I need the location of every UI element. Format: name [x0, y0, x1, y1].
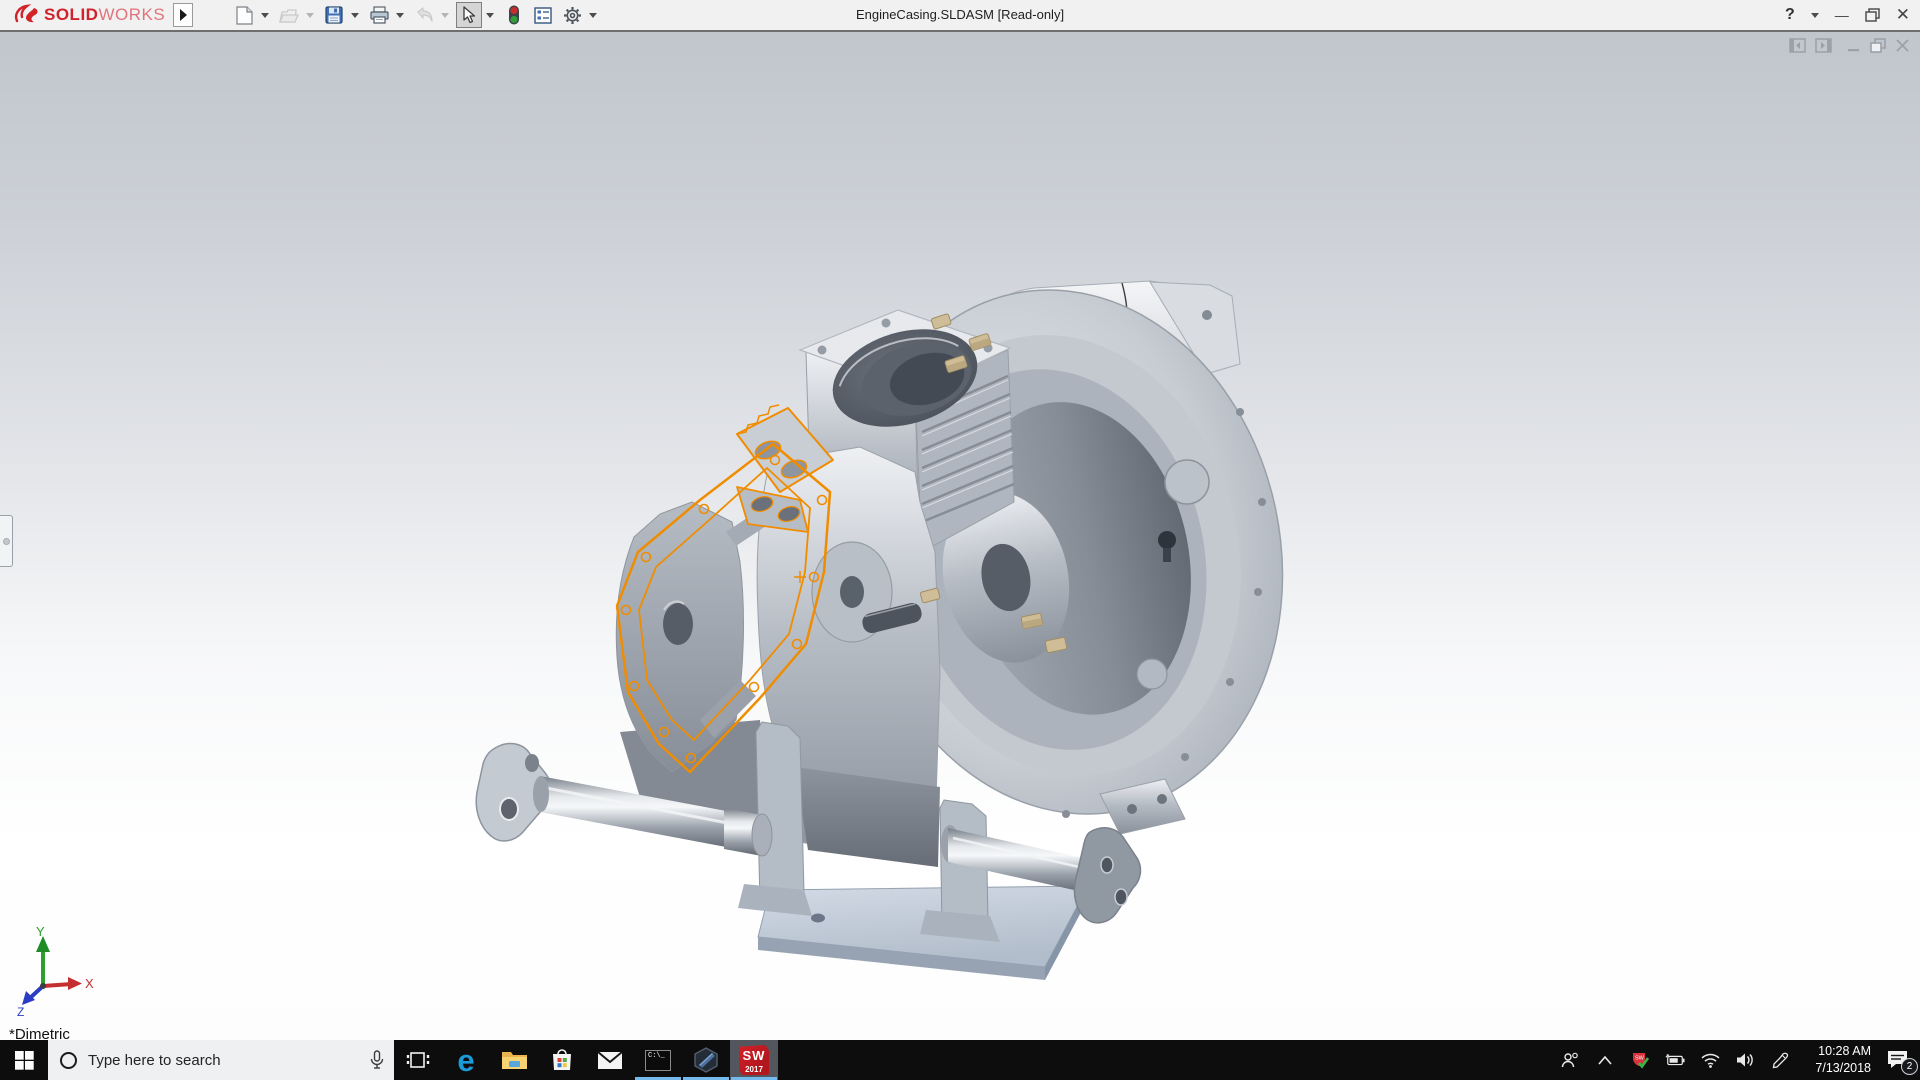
print-button[interactable] [366, 2, 392, 28]
action-center-button[interactable]: 2 [1886, 1049, 1918, 1075]
task-view-icon [406, 1052, 430, 1068]
window-controls: ? — ✕ [1785, 0, 1910, 30]
windows-ink-pen-icon[interactable] [1770, 1052, 1790, 1069]
store-button[interactable] [538, 1040, 586, 1080]
new-document-icon [236, 5, 253, 25]
show-hidden-icons-chevron[interactable] [1595, 1055, 1615, 1065]
open-folder-icon [279, 8, 300, 23]
new-document-dropdown[interactable] [261, 12, 270, 18]
document-window-controls [1789, 38, 1910, 53]
graphics-viewport[interactable]: Y X Z *Dimetric [0, 30, 1920, 1044]
wifi-icon[interactable] [1700, 1053, 1720, 1068]
undo-icon [417, 7, 433, 22]
mail-icon [597, 1050, 623, 1069]
file-explorer-button[interactable] [490, 1040, 538, 1080]
options-dropdown[interactable] [589, 12, 598, 18]
feature-manager-collapsed-tab[interactable] [0, 515, 13, 567]
start-button[interactable] [0, 1040, 48, 1080]
triad-z-label: Z [17, 1005, 24, 1016]
notification-badge: 2 [1901, 1058, 1918, 1075]
open-dropdown[interactable] [306, 12, 315, 18]
new-document-button[interactable] [231, 2, 257, 28]
restore-button[interactable] [1865, 8, 1880, 22]
solidworks-monitor-shield-icon[interactable]: SW [1630, 1051, 1650, 1070]
doc-minimize-icon[interactable] [1847, 38, 1861, 53]
sw-year: 2017 [745, 1065, 763, 1074]
windows-taskbar: Type here to search e C:\_ SW 2017 SW 10… [0, 1040, 1920, 1080]
triad-y-label: Y [36, 924, 45, 939]
solidworks-2017-button[interactable]: SW 2017 [730, 1040, 778, 1080]
select-cursor-icon [463, 6, 475, 24]
edge-button[interactable]: e [442, 1040, 490, 1080]
doc-close-icon[interactable] [1895, 38, 1910, 53]
brand-text: SOLIDWORKS [44, 5, 166, 24]
taskbar-search-input[interactable]: Type here to search [48, 1040, 394, 1080]
print-dropdown[interactable] [396, 12, 405, 18]
composer-button[interactable] [682, 1040, 730, 1080]
microphone-icon[interactable] [370, 1050, 384, 1070]
mail-button[interactable] [586, 1040, 634, 1080]
quick-access-toolbar [231, 2, 601, 28]
save-button[interactable] [321, 2, 347, 28]
task-view-button[interactable] [394, 1040, 442, 1080]
system-tray: SW 10:28 AM 7/13/2018 2 [1560, 1040, 1920, 1080]
solidworks-window: SOLIDWORKS EngineCasing.SLDASM [Read-onl… [0, 0, 1920, 1080]
store-icon [553, 1049, 571, 1070]
options-gear-icon [563, 6, 581, 24]
composer-hexagon-icon [694, 1047, 718, 1073]
sw-letters: SW [742, 1048, 766, 1063]
print-icon [370, 6, 389, 24]
volume-icon[interactable] [1735, 1052, 1755, 1068]
battery-icon[interactable] [1665, 1053, 1685, 1067]
document-title: EngineCasing.SLDASM [Read-only] [855, 7, 1065, 22]
collapse-panel-right-icon[interactable] [1815, 38, 1832, 53]
minimize-button[interactable]: — [1835, 7, 1849, 23]
file-properties-button[interactable] [530, 2, 556, 28]
select-dropdown[interactable] [486, 12, 495, 18]
ds-logo-icon [14, 4, 38, 23]
open-button[interactable] [276, 2, 302, 28]
undo-dropdown[interactable] [441, 12, 450, 18]
edge-icon: e [457, 1042, 475, 1078]
menu-expand-button[interactable] [173, 3, 194, 27]
title-bar: SOLIDWORKS EngineCasing.SLDASM [Read-onl… [0, 0, 1920, 30]
form-properties-icon [534, 6, 552, 24]
model-canvas[interactable] [0, 32, 1920, 1046]
rebuild-traffic-light-icon [509, 5, 520, 25]
search-placeholder: Type here to search [88, 1051, 221, 1069]
windows-logo-icon [14, 1050, 34, 1070]
command-prompt-icon: C:\_ [645, 1049, 671, 1071]
save-dropdown[interactable] [351, 12, 360, 18]
tray-time: 10:28 AM [1818, 1044, 1871, 1059]
undo-button[interactable] [411, 2, 437, 28]
solidworks-logo: SOLIDWORKS [14, 4, 165, 26]
solidworks-app-icon: SW 2017 [739, 1045, 769, 1075]
help-button[interactable]: ? [1785, 6, 1795, 24]
tab-dot-icon [2, 537, 10, 545]
svg-text:SW: SW [1635, 1055, 1645, 1061]
cortana-icon [60, 1051, 77, 1069]
select-tool-button[interactable] [456, 2, 483, 28]
taskbar-clock[interactable]: 10:28 AM 7/13/2018 [1805, 1043, 1871, 1077]
doc-restore-icon[interactable] [1870, 38, 1886, 53]
rebuild-button[interactable] [501, 2, 527, 28]
save-floppy-icon [325, 6, 343, 24]
options-button[interactable] [559, 2, 585, 28]
help-dropdown[interactable] [1810, 12, 1819, 18]
command-prompt-button[interactable]: C:\_ [634, 1040, 682, 1080]
triad-x-label: X [85, 976, 94, 991]
file-explorer-icon [501, 1052, 527, 1069]
tray-date: 7/13/2018 [1815, 1061, 1871, 1075]
collapse-panel-left-icon[interactable] [1789, 38, 1806, 53]
close-button[interactable]: ✕ [1896, 5, 1910, 25]
expand-arrow-icon [179, 9, 187, 21]
people-icon[interactable] [1560, 1052, 1580, 1069]
orientation-triad: Y X Z [17, 924, 94, 1016]
